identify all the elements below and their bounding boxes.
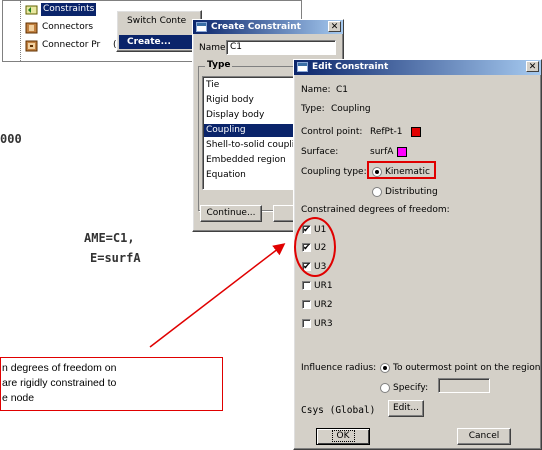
callout-arrow-line — [149, 243, 286, 348]
callout-arrow — [149, 243, 286, 348]
